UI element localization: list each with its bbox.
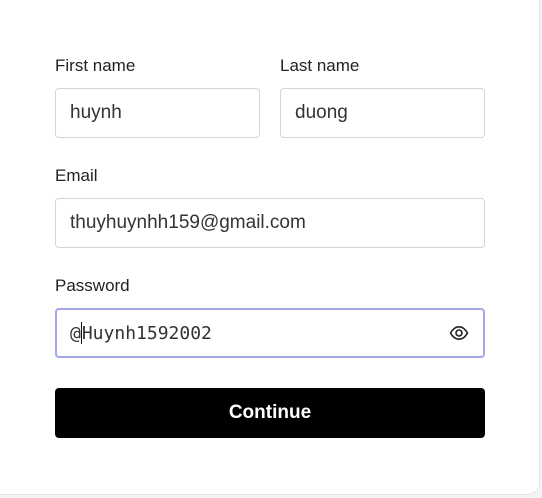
- last-name-value: duong: [295, 102, 348, 123]
- eye-icon-graphic: [449, 326, 469, 340]
- password-input[interactable]: @ Huynh1592002: [55, 308, 485, 358]
- password-value-before-caret: @: [70, 322, 81, 344]
- first-name-value: huynh: [70, 102, 122, 123]
- first-name-input[interactable]: huynh: [55, 88, 260, 138]
- email-input[interactable]: thuyhuynhh159@gmail.com: [55, 198, 485, 248]
- first-name-label: First name: [55, 56, 136, 75]
- last-name-input[interactable]: duong: [280, 88, 485, 138]
- signup-card: First name huynh Last name duong Email t…: [0, 0, 540, 495]
- password-label: Password: [55, 276, 130, 295]
- email-value: thuyhuynhh159@gmail.com: [70, 212, 306, 233]
- email-label: Email: [55, 166, 98, 185]
- continue-button[interactable]: Continue: [55, 388, 485, 438]
- eye-icon[interactable]: [449, 323, 469, 343]
- password-value-after-caret: Huynh1592002: [81, 322, 212, 344]
- last-name-label: Last name: [280, 56, 360, 75]
